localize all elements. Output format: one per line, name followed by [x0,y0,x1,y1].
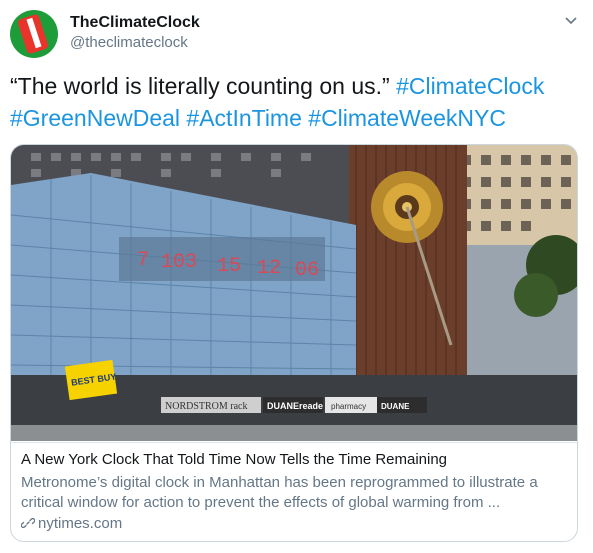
link-icon [20,517,36,529]
clock-digit-group: 103 [161,251,197,274]
card-domain-text: nytimes.com [38,515,123,532]
card-title[interactable]: A New York Clock That Told Time Now Tell… [21,451,447,468]
store-sign: NORDSTROM rack [165,401,248,412]
card-meta[interactable]: A New York Clock That Told Time Now Tell… [11,442,577,541]
link-preview-card[interactable]: 7 103 15 12 06 BEST BUY NORDSTROM rack D… [10,144,578,542]
tweet-header: TheClimateClock @theclimateclock [10,10,583,60]
store-sign: DUANE [381,402,410,411]
store-sign: pharmacy [331,402,366,411]
tweet-text: “The world is literally counting on us.”… [10,70,585,134]
hashtag-link[interactable]: #ActInTime [186,105,301,131]
clock-digit-group: 7 [137,249,149,272]
hashtag-link[interactable]: #GreenNewDeal [10,105,180,131]
card-description: Metronome’s digital clock in Manhattan h… [21,474,538,511]
clock-digit-group: 06 [295,259,319,282]
avatar[interactable] [10,10,58,58]
chevron-down-icon[interactable] [563,12,579,28]
hashtag-link[interactable]: #ClimateClock [396,73,544,99]
clock-digit-group: 15 [217,255,241,278]
card-image[interactable]: 7 103 15 12 06 BEST BUY NORDSTROM rack D… [11,145,577,441]
clock-digit-group: 12 [257,257,281,280]
display-name[interactable]: TheClimateClock [70,14,200,32]
tweet-quote: “The world is literally counting on us.” [10,73,390,99]
store-sign: DUANEreade [267,401,323,411]
hashtag-link[interactable]: #ClimateWeekNYC [308,105,506,131]
user-handle[interactable]: @theclimateclock [70,34,188,51]
card-domain[interactable]: nytimes.com [20,515,123,532]
metronome-building-photo: 7 103 15 12 06 BEST BUY NORDSTROM rack D… [11,145,577,441]
